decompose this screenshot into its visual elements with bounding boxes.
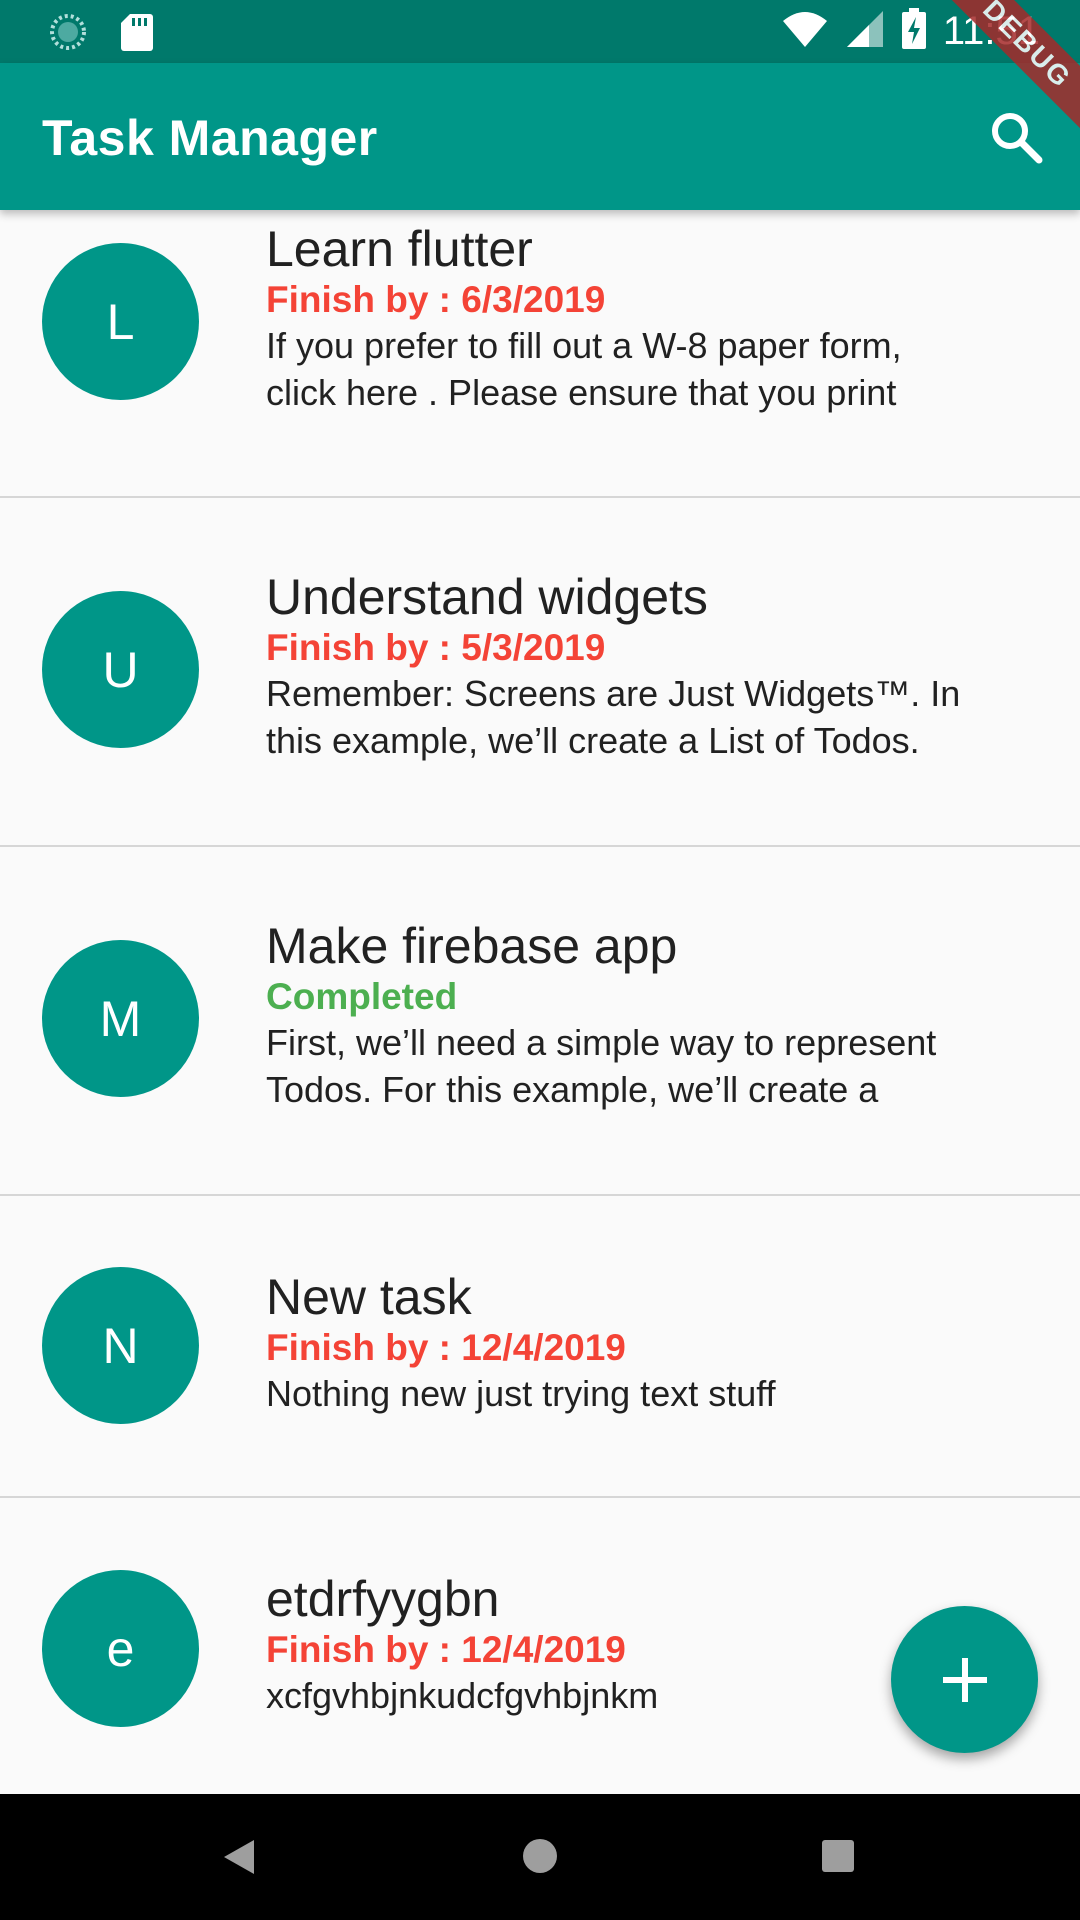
task-item-understand-widgets[interactable]: U Understand widgets Finish by : 5/3/201… — [0, 498, 1080, 847]
task-description-line: Todos. For this example, we’ll create a — [266, 1069, 879, 1110]
home-icon — [523, 1839, 557, 1873]
page-title: Task Manager — [42, 110, 378, 166]
loading-icon — [48, 12, 88, 57]
task-status: Finish by : 12/4/2019 — [266, 1327, 626, 1368]
task-title: etdrfyygbn — [266, 1571, 500, 1627]
task-title: New task — [266, 1269, 472, 1325]
search-icon — [992, 113, 1043, 164]
system-nav-bar — [0, 1794, 1080, 1920]
recents-button[interactable] — [821, 1839, 855, 1878]
task-description-line: this example, we’ll create a List of Tod… — [266, 720, 920, 761]
task-status: Finish by : 5/3/2019 — [266, 627, 606, 668]
task-item-make-firebase-app[interactable]: M Make firebase app Completed First, we’… — [0, 847, 1080, 1196]
task-title: Understand widgets — [266, 569, 708, 625]
task-description-line: If you prefer to fill out a W-8 paper fo… — [266, 325, 902, 366]
task-item-new-task[interactable]: N New task Finish by : 12/4/2019 Nothing… — [0, 1196, 1080, 1498]
task-title: Make firebase app — [266, 918, 678, 974]
task-title: Learn flutter — [266, 221, 533, 277]
avatar: N — [42, 1267, 199, 1424]
back-icon — [224, 1840, 254, 1874]
status-bar: 11:51 — [0, 0, 1080, 63]
back-button[interactable] — [222, 1838, 256, 1881]
task-description-line: Remember: Screens are Just Widgets™. In — [266, 673, 961, 714]
app-bar: Task Manager — [0, 63, 1080, 210]
task-description-line: Nothing new just trying text stuff — [266, 1373, 776, 1414]
avatar: e — [42, 1570, 199, 1727]
task-description-line: click here . Please ensure that you prin… — [266, 372, 897, 413]
task-item-learn-flutter[interactable]: L Learn flutter Finish by : 6/3/2019 If … — [0, 210, 1080, 498]
avatar: M — [42, 940, 199, 1097]
home-button[interactable] — [521, 1837, 559, 1880]
avatar: L — [42, 243, 199, 400]
task-status: Finish by : 6/3/2019 — [266, 279, 606, 320]
search-button[interactable] — [986, 107, 1046, 167]
sd-card-icon — [120, 12, 154, 57]
wifi-icon — [781, 9, 829, 54]
add-task-button[interactable] — [891, 1606, 1038, 1753]
task-list: L Learn flutter Finish by : 6/3/2019 If … — [0, 210, 1080, 1794]
screen: 11:51 DEBUG Task Manager L Learn flutter… — [0, 0, 1080, 1920]
signal-icon — [845, 9, 885, 54]
task-description-line: First, we’ll need a simple way to repres… — [266, 1022, 937, 1063]
battery-charging-icon — [901, 8, 927, 55]
recents-icon — [822, 1840, 854, 1872]
task-status: Completed — [266, 976, 458, 1017]
add-icon — [942, 1657, 987, 1702]
avatar: U — [42, 591, 199, 748]
